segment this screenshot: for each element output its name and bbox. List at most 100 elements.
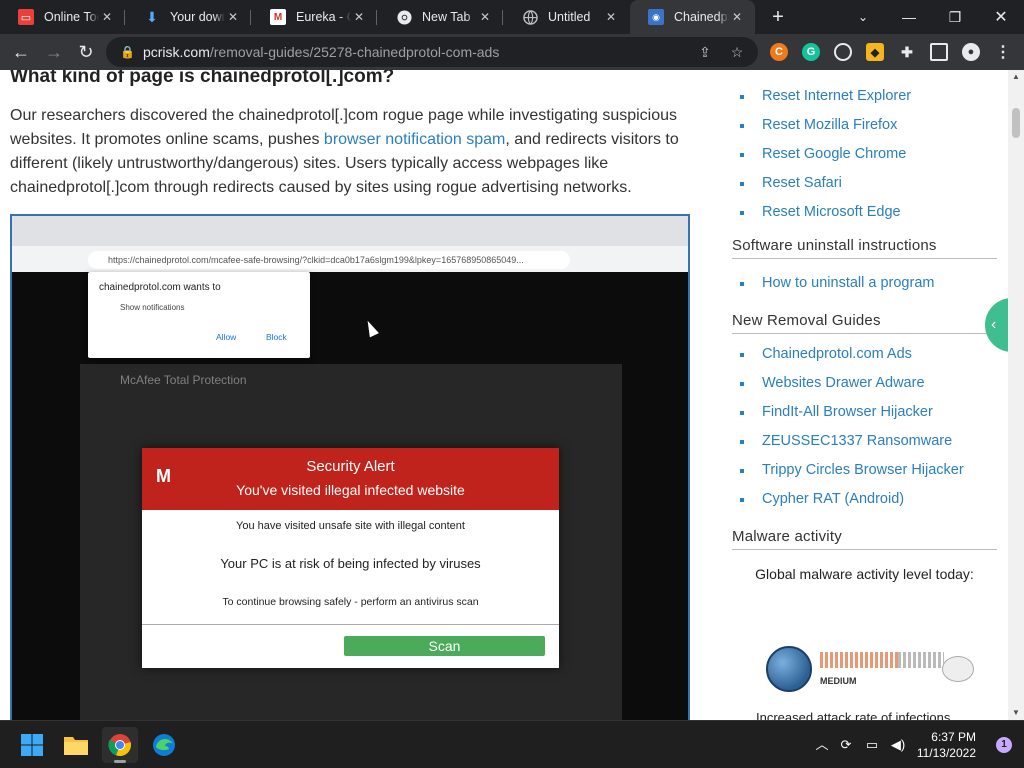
- extension-bee-icon[interactable]: ◆: [866, 43, 884, 61]
- new-tab-button[interactable]: +: [767, 6, 789, 28]
- sidebar: Reset Internet Explorer Reset Mozilla Fi…: [732, 70, 997, 720]
- guide-link[interactable]: FindIt-All Browser Hijacker: [732, 398, 997, 427]
- virus-illustration-icon: [942, 656, 974, 682]
- browser-tab[interactable]: M Eureka - Ch ✕: [252, 0, 377, 34]
- start-icon[interactable]: [14, 727, 50, 763]
- chrome-icon[interactable]: [102, 727, 138, 763]
- sidebar-link[interactable]: Reset Internet Explorer: [732, 82, 997, 111]
- fake-scan-button: Scan: [344, 636, 545, 656]
- malware-level-label: Global malware activity level today:: [755, 566, 974, 582]
- globe-icon: [766, 646, 812, 692]
- tab-title: New Tab: [422, 10, 471, 24]
- notification-spam-link[interactable]: browser notification spam: [324, 131, 505, 148]
- scroll-thumb[interactable]: [1012, 108, 1020, 138]
- browser-tab[interactable]: ▭ Online Tool ✕: [0, 0, 125, 34]
- close-tab-icon[interactable]: ✕: [603, 10, 619, 24]
- malware-activity-heading: Malware activity: [732, 528, 997, 550]
- guide-link[interactable]: ZEUSSEC1337 Ransomware: [732, 427, 997, 456]
- malware-level-meter: [820, 652, 944, 668]
- close-tab-icon[interactable]: ✕: [99, 10, 115, 24]
- share-icon[interactable]: ⇪: [696, 43, 714, 61]
- lock-icon[interactable]: 🔒: [120, 45, 135, 59]
- browser-tab[interactable]: ⬇ Your downl ✕: [126, 0, 251, 34]
- globe-icon: [522, 9, 538, 25]
- extensions-puzzle-icon[interactable]: ✚: [898, 43, 916, 61]
- extension-g-icon[interactable]: C: [770, 43, 788, 61]
- reload-button[interactable]: ↻: [74, 40, 98, 64]
- malware-footer-text: Increased attack rate of infections: [756, 710, 951, 720]
- scroll-down-arrow[interactable]: ▼: [1008, 706, 1024, 720]
- clock-time: 6:37 PM: [931, 730, 976, 744]
- back-button[interactable]: ←: [9, 40, 33, 64]
- browser-tab-active[interactable]: ◉ Chainedpro ✕: [630, 0, 755, 34]
- tray-overflow-icon[interactable]: ︿: [812, 735, 832, 755]
- guide-link[interactable]: Websites Drawer Adware: [732, 369, 997, 398]
- lens-icon[interactable]: [834, 43, 852, 61]
- windows-taskbar: ︿ ⟳ ▭ ◀) 6:37 PM 11/13/2022 1: [0, 720, 1024, 768]
- tab-title: Eureka - Ch: [296, 10, 351, 24]
- sidebar-link[interactable]: Reset Google Chrome: [732, 140, 997, 169]
- sidebar-link[interactable]: Reset Microsoft Edge: [732, 198, 997, 227]
- tab-title: Online Tool: [44, 10, 99, 24]
- address-url: pcrisk.com/removal-guides/25278-chainedp…: [142, 44, 500, 60]
- tab-strip: ▭ Online Tool ✕ ⬇ Your downl ✕ M Eureka …: [0, 0, 1024, 34]
- notification-permission-popup: chainedprotol.com wants to Show notifica…: [88, 272, 310, 358]
- mouse-cursor-icon: [363, 318, 379, 338]
- fake-security-alert: M Security Alert You've visited illegal …: [142, 448, 559, 668]
- browser-toolbar: ← → ↻ 🔒 pcrisk.com/removal-guides/25278-…: [0, 34, 1024, 70]
- guide-link[interactable]: Chainedprotol.com Ads: [732, 340, 997, 369]
- pcrisk-icon: ◉: [648, 9, 664, 25]
- screenshot-tab-strip: [12, 216, 688, 246]
- tab-title: Your downl: [170, 10, 225, 24]
- guide-link[interactable]: Trippy Circles Browser Hijacker: [732, 456, 997, 485]
- chrome-icon: [396, 9, 412, 25]
- file-explorer-icon[interactable]: [58, 727, 94, 763]
- close-window-button[interactable]: ✕: [978, 0, 1024, 34]
- browser-tab[interactable]: Untitled ✕: [504, 0, 629, 34]
- guide-link[interactable]: Cypher RAT (Android): [732, 485, 997, 514]
- screenshot-address-bar: https://chainedprotol.com/mcafee-safe-br…: [12, 246, 688, 272]
- page-viewport: What kind of page is chainedprotol[.]com…: [0, 70, 1008, 720]
- article-paragraph: Our researchers discovered the chainedpr…: [10, 107, 679, 196]
- close-tab-icon[interactable]: ✕: [477, 10, 493, 24]
- side-panel-icon[interactable]: [930, 43, 948, 61]
- sidebar-link[interactable]: Reset Safari: [732, 169, 997, 198]
- google-slides-icon: ▭: [18, 9, 34, 25]
- tab-title: Chainedpro: [674, 10, 729, 24]
- scroll-up-arrow[interactable]: ▲: [1008, 70, 1024, 84]
- grammarly-icon[interactable]: G: [802, 43, 820, 61]
- profile-avatar-icon[interactable]: ●: [962, 43, 980, 61]
- alert-header: M Security Alert You've visited illegal …: [142, 448, 559, 510]
- edge-icon[interactable]: [146, 727, 182, 763]
- close-tab-icon[interactable]: ✕: [351, 10, 367, 24]
- sync-icon[interactable]: ⟳: [836, 735, 856, 755]
- forward-button[interactable]: →: [42, 40, 66, 64]
- uninstall-heading: Software uninstall instructions: [732, 237, 997, 259]
- download-icon: ⬇: [146, 8, 158, 25]
- taskbar-clock[interactable]: 6:37 PM 11/13/2022: [917, 729, 976, 761]
- volume-icon[interactable]: ◀): [888, 735, 908, 755]
- close-tab-icon[interactable]: ✕: [729, 10, 745, 24]
- minimize-button[interactable]: —: [886, 0, 932, 34]
- network-icon[interactable]: ▭: [862, 735, 882, 755]
- new-guides-list: Chainedprotol.com Ads Websites Drawer Ad…: [732, 340, 997, 514]
- sidebar-link[interactable]: Reset Mozilla Firefox: [732, 111, 997, 140]
- new-guides-heading: New Removal Guides: [732, 312, 997, 334]
- page-scrollbar[interactable]: ▲ ▼: [1008, 70, 1024, 720]
- notification-badge[interactable]: 1: [996, 737, 1012, 753]
- reset-browser-list: Reset Internet Explorer Reset Mozilla Fi…: [732, 82, 997, 227]
- article-heading: What kind of page is chainedprotol[.]com…: [10, 70, 395, 87]
- malware-level-value: MEDIUM: [820, 676, 857, 686]
- tab-search-button[interactable]: ⌄: [840, 0, 886, 34]
- chrome-menu-icon[interactable]: ⋮: [994, 43, 1012, 61]
- browser-tab[interactable]: New Tab ✕: [378, 0, 503, 34]
- clock-date: 11/13/2022: [916, 746, 976, 760]
- sidebar-link[interactable]: How to uninstall a program: [732, 269, 997, 298]
- address-bar[interactable]: 🔒 pcrisk.com/removal-guides/25278-chaine…: [106, 37, 758, 67]
- tab-title: Untitled: [548, 10, 591, 24]
- bookmark-star-icon[interactable]: ☆: [728, 43, 746, 61]
- uninstall-list: How to uninstall a program: [732, 269, 997, 298]
- close-tab-icon[interactable]: ✕: [225, 10, 241, 24]
- restore-button[interactable]: ❐: [932, 0, 978, 34]
- gmail-icon: M: [270, 9, 286, 25]
